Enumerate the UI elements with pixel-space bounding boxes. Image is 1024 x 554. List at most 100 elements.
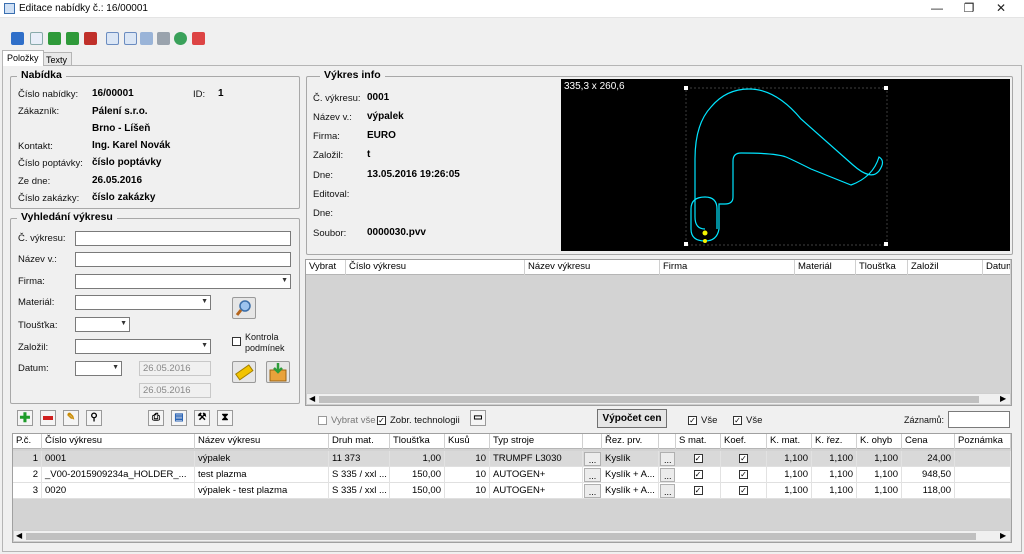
col-tloustka-item[interactable]: Tloušťka: [390, 434, 445, 449]
filter-button[interactable]: ⧗: [217, 410, 233, 426]
s-mat-checkbox[interactable]: ✓: [693, 454, 703, 463]
row-koef[interactable]: ✓: [721, 467, 767, 483]
rez-picker-button[interactable]: ...: [660, 452, 675, 466]
search-firma-select[interactable]: ▼: [75, 274, 291, 289]
scroll-left-icon[interactable]: ◀: [309, 394, 315, 403]
col-tloustka[interactable]: Tloušťka: [856, 260, 908, 275]
row-koef[interactable]: ✓: [721, 483, 767, 499]
kontrola-checkbox[interactable]: [232, 337, 241, 346]
table-row[interactable]: 3 0020 výpalek - test plazma S 335 / xxl…: [13, 483, 1011, 499]
doc-search-button[interactable]: ⎙: [148, 410, 164, 426]
save-icon[interactable]: [48, 32, 61, 45]
col-druh-mat[interactable]: Druh mat.: [329, 434, 390, 449]
col-nazev[interactable]: Název výkresu: [525, 260, 660, 275]
col-s-mat[interactable]: S mat.: [676, 434, 721, 449]
col-rez-prv[interactable]: Řez. prv.: [602, 434, 659, 449]
items-hscrollbar[interactable]: ◀ ▶: [13, 530, 1011, 542]
find-item-button[interactable]: ⚲: [86, 410, 102, 426]
col-zalozil[interactable]: Založil: [908, 260, 983, 275]
export-icon[interactable]: [192, 32, 205, 45]
tab-texty[interactable]: Texty: [41, 52, 73, 66]
s-mat-checkbox[interactable]: ✓: [693, 470, 703, 479]
items-grid[interactable]: P.č. Číslo výkresu Název výkresu Druh ma…: [12, 433, 1012, 543]
row-s-mat[interactable]: ✓: [676, 451, 721, 467]
row-s-mat[interactable]: ✓: [676, 483, 721, 499]
typ-picker-button[interactable]: ...: [584, 484, 601, 498]
vse2-checkbox[interactable]: ✓: [733, 416, 742, 425]
delete-icon[interactable]: [84, 32, 97, 45]
rez-picker-button[interactable]: ...: [660, 468, 675, 482]
drawings-grid[interactable]: Vybrat Číslo výkresu Název výkresu Firma…: [305, 259, 1012, 406]
drawing-preview[interactable]: 335,3 x 260,6: [561, 79, 1010, 251]
col-cena[interactable]: Cena: [902, 434, 955, 449]
close-button[interactable]: ✕: [986, 0, 1016, 18]
doc-edit-button[interactable]: ▤: [171, 410, 187, 426]
drawings-hscrollbar[interactable]: ◀ ▶: [306, 393, 1011, 405]
table-row[interactable]: 2 _V00-2015909234a_HOLDER_... test plazm…: [13, 467, 1011, 483]
col-typ-picker[interactable]: [583, 434, 602, 449]
zobr-tech-checkbox[interactable]: ✓: [377, 416, 386, 425]
zaznamu-field[interactable]: [948, 411, 1010, 428]
technology-view-button[interactable]: ▭: [470, 410, 486, 426]
col-koef[interactable]: Koef.: [721, 434, 767, 449]
col-k-ohyb[interactable]: K. ohyb: [857, 434, 902, 449]
col-vybrat[interactable]: Vybrat: [306, 260, 346, 275]
minimize-button[interactable]: —: [922, 0, 952, 18]
date-from-field[interactable]: 26.05.2016: [139, 361, 211, 376]
koef-checkbox[interactable]: ✓: [739, 454, 748, 463]
col-k-mat[interactable]: K. mat.: [767, 434, 812, 449]
find-icon[interactable]: [140, 32, 153, 45]
row-koef[interactable]: ✓: [721, 451, 767, 467]
back-arrow-icon[interactable]: [11, 32, 24, 45]
typ-picker-button[interactable]: ...: [584, 468, 601, 482]
s-mat-checkbox[interactable]: ✓: [693, 486, 703, 495]
search-doc-icon[interactable]: [106, 32, 119, 45]
scroll-left-icon[interactable]: ◀: [16, 531, 22, 540]
vse1-checkbox[interactable]: ✓: [688, 416, 697, 425]
search-material-select[interactable]: ▼: [75, 295, 211, 310]
col-firma[interactable]: Firma: [660, 260, 795, 275]
restore-button[interactable]: ❐: [954, 0, 984, 18]
add-item-button[interactable]: ✚: [17, 410, 33, 426]
table-row[interactable]: 1 0001 výpalek 11 373 1,00 10 TRUMPF L30…: [13, 451, 1011, 467]
date-to-field[interactable]: 26.05.2016: [139, 383, 211, 398]
rez-picker-button[interactable]: ...: [660, 484, 675, 498]
search-tloustka-select[interactable]: ▼: [75, 317, 130, 332]
tools-button[interactable]: ⚒: [194, 410, 210, 426]
scroll-right-icon[interactable]: ▶: [1000, 394, 1006, 403]
scroll-thumb[interactable]: [26, 533, 976, 540]
col-pc[interactable]: P.č.: [13, 434, 42, 449]
col-kusu[interactable]: Kusů: [445, 434, 490, 449]
col-cislo-vykresu[interactable]: Číslo výkresu: [42, 434, 195, 449]
typ-picker-button[interactable]: ...: [584, 452, 601, 466]
koef-checkbox[interactable]: ✓: [739, 486, 748, 495]
col-nazev-vykresu[interactable]: Název výkresu: [195, 434, 329, 449]
save-close-icon[interactable]: [66, 32, 79, 45]
col-material[interactable]: Materiál: [795, 260, 856, 275]
col-cislo[interactable]: Číslo výkresu: [346, 260, 525, 275]
col-poznamka[interactable]: Poznámka: [955, 434, 1011, 449]
search-button[interactable]: [232, 297, 256, 319]
search-cislo-input[interactable]: [75, 231, 291, 246]
row-s-mat[interactable]: ✓: [676, 467, 721, 483]
scroll-right-icon[interactable]: ▶: [1000, 531, 1006, 540]
search-zalozil-select[interactable]: ▼: [75, 339, 211, 354]
remove-item-button[interactable]: [40, 410, 56, 426]
tab-polozky[interactable]: Položky: [2, 50, 44, 66]
print-icon[interactable]: [157, 32, 170, 45]
vybrat-vse-checkbox[interactable]: [318, 416, 327, 425]
edit-item-button[interactable]: ✎: [63, 410, 79, 426]
vypocet-cen-button[interactable]: Výpočet cen: [597, 409, 667, 428]
col-typ-stroje[interactable]: Typ stroje: [490, 434, 583, 449]
new-doc-icon[interactable]: [30, 32, 43, 45]
col-datum[interactable]: Datum: [983, 260, 1011, 275]
koef-checkbox[interactable]: ✓: [739, 470, 748, 479]
search-datum-mode-select[interactable]: ▼: [75, 361, 122, 376]
col-rez-picker[interactable]: [659, 434, 676, 449]
search-doc2-icon[interactable]: [124, 32, 137, 45]
search-nazev-input[interactable]: [75, 252, 291, 267]
load-drawings-button[interactable]: [266, 361, 290, 383]
scroll-thumb[interactable]: [319, 396, 979, 403]
clear-filter-button[interactable]: [232, 361, 256, 383]
globe-icon[interactable]: [174, 32, 187, 45]
